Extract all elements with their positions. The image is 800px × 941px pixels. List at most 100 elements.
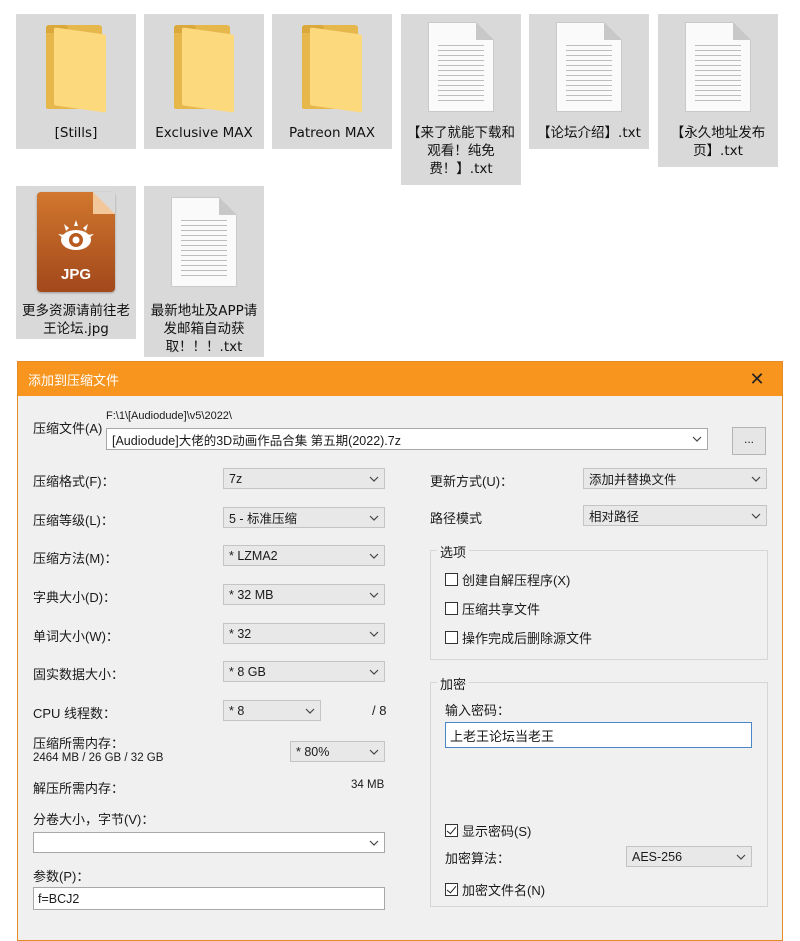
file-forum-intro-txt[interactable]: 【论坛介绍】.txt bbox=[529, 14, 649, 149]
cpu-threads-label: CPU 线程数： bbox=[33, 706, 117, 721]
path-mode-select[interactable]: 相对路径 bbox=[583, 505, 767, 526]
chevron-down-icon bbox=[369, 592, 379, 598]
file-name: 更多资源请前往老王论坛.jpg bbox=[22, 303, 130, 337]
update-mode-label: 更新方式(U)： bbox=[430, 474, 514, 489]
delete-after-label: 操作完成后删除源文件 bbox=[462, 631, 593, 646]
encryption-method-select[interactable]: AES-256 bbox=[626, 846, 752, 867]
chevron-down-icon bbox=[369, 749, 379, 755]
path-mode-value: 相对路径 bbox=[589, 510, 640, 524]
format-label: 压缩格式(F)： bbox=[33, 474, 115, 489]
solid-size-label: 固实数据大小： bbox=[33, 667, 125, 682]
parameters-label: 参数(P)： bbox=[33, 869, 90, 884]
file-name: 【永久地址发布页】.txt bbox=[670, 125, 766, 159]
chevron-down-icon bbox=[751, 476, 761, 482]
level-value: 5 - 标准压缩 bbox=[229, 512, 298, 526]
dictionary-label: 字典大小(D)： bbox=[33, 590, 117, 605]
file-permanent-address-txt[interactable]: 【永久地址发布页】.txt bbox=[658, 14, 778, 167]
solid-size-select[interactable]: * 8 GB bbox=[223, 661, 385, 682]
create-sfx-label: 创建自解压程序(X) bbox=[462, 573, 571, 588]
add-to-archive-dialog: 添加到压缩文件 ✕ 压缩文件(A) F:\1\[Audiodude]\v5\20… bbox=[17, 361, 783, 941]
encryption-method-label: 加密算法： bbox=[445, 851, 511, 866]
text-file-icon bbox=[428, 22, 494, 112]
memory-percent-select[interactable]: * 80% bbox=[290, 741, 385, 762]
text-file-icon bbox=[171, 197, 237, 287]
folder-exclusive-max[interactable]: Exclusive MAX bbox=[144, 14, 264, 149]
method-select[interactable]: * LZMA2 bbox=[223, 545, 385, 566]
close-button[interactable]: ✕ bbox=[742, 369, 772, 390]
update-mode-select[interactable]: 添加并替换文件 bbox=[583, 468, 767, 489]
archive-name-combo[interactable]: [Audiodude]大佬的3D动画作品合集 第五期(2022).7z bbox=[106, 428, 708, 450]
memory-values: 2464 MB / 26 GB / 32 GB bbox=[33, 752, 164, 764]
chevron-down-icon bbox=[692, 436, 702, 442]
file-name: 【来了就能下载和观看！纯免费！】.txt bbox=[407, 125, 515, 177]
archive-label: 压缩文件(A) bbox=[33, 421, 103, 436]
archive-path: F:\1\[Audiodude]\v5\2022\ bbox=[106, 410, 232, 422]
folder-stills[interactable]: [Stills] bbox=[16, 14, 136, 149]
chevron-down-icon bbox=[369, 553, 379, 559]
file-extension-label: JPG bbox=[60, 266, 91, 283]
method-label: 压缩方法(M)： bbox=[33, 551, 118, 566]
encrypt-filenames-label: 加密文件名(N) bbox=[462, 883, 546, 898]
eye-logo-icon bbox=[58, 220, 94, 250]
word-size-select[interactable]: * 32 bbox=[223, 623, 385, 644]
file-name: Exclusive MAX bbox=[155, 125, 253, 141]
cpu-threads-value: * 8 bbox=[229, 703, 245, 718]
folder-icon bbox=[44, 25, 108, 113]
show-password-checkbox[interactable]: 显示密码(S) bbox=[445, 821, 531, 840]
jpg-file-icon: JPG bbox=[37, 192, 115, 292]
format-value: 7z bbox=[229, 471, 243, 486]
delete-after-checkbox[interactable]: 操作完成后删除源文件 bbox=[445, 628, 592, 647]
word-size-value: * 32 bbox=[229, 626, 252, 641]
options-group-title: 选项 bbox=[437, 542, 470, 561]
chevron-down-icon bbox=[369, 840, 379, 846]
file-name: Patreon MAX bbox=[289, 125, 375, 141]
file-name: [Stills] bbox=[54, 125, 98, 141]
level-label: 压缩等级(L)： bbox=[33, 513, 114, 528]
text-file-icon bbox=[556, 22, 622, 112]
dictionary-select[interactable]: * 32 MB bbox=[223, 584, 385, 605]
encrypt-filenames-checkbox[interactable]: 加密文件名(N) bbox=[445, 880, 545, 899]
compress-shared-label: 压缩共享文件 bbox=[462, 602, 541, 617]
chevron-down-icon bbox=[736, 854, 746, 860]
chevron-down-icon bbox=[369, 515, 379, 521]
chevron-down-icon bbox=[369, 669, 379, 675]
compress-shared-checkbox[interactable]: 压缩共享文件 bbox=[445, 599, 540, 618]
chevron-down-icon bbox=[369, 476, 379, 482]
folder-icon bbox=[172, 25, 236, 113]
path-mode-label: 路径模式 bbox=[430, 511, 483, 526]
file-download-txt[interactable]: 【来了就能下载和观看！纯免费！】.txt bbox=[401, 14, 521, 185]
checkbox-box bbox=[445, 602, 458, 615]
chevron-down-icon bbox=[751, 513, 761, 519]
checkbox-checked bbox=[445, 824, 458, 837]
format-select[interactable]: 7z bbox=[223, 468, 385, 489]
archive-name-value: [Audiodude]大佬的3D动画作品合集 第五期(2022).7z bbox=[112, 433, 401, 448]
solid-size-value: * 8 GB bbox=[229, 664, 266, 679]
decompress-memory-value: 34 MB bbox=[351, 779, 385, 791]
browse-button[interactable]: ... bbox=[732, 427, 766, 455]
chevron-down-icon bbox=[305, 708, 315, 714]
folder-patreon-max[interactable]: Patreon MAX bbox=[272, 14, 392, 149]
decompress-memory-label: 解压所需内存： bbox=[33, 781, 125, 796]
volume-size-combo[interactable] bbox=[33, 832, 385, 853]
volume-size-label: 分卷大小，字节(V)： bbox=[33, 812, 155, 827]
create-sfx-checkbox[interactable]: 创建自解压程序(X) bbox=[445, 570, 570, 589]
cpu-threads-select[interactable]: * 8 bbox=[223, 700, 321, 721]
chevron-down-icon bbox=[369, 631, 379, 637]
text-file-icon bbox=[685, 22, 751, 112]
file-latest-address-txt[interactable]: 最新地址及APP请发邮箱自动获取！！！.txt bbox=[144, 186, 264, 357]
file-more-resources-jpg[interactable]: JPG 更多资源请前往老王论坛.jpg bbox=[16, 186, 136, 339]
encryption-method-value: AES-256 bbox=[632, 849, 683, 864]
update-mode-value: 添加并替换文件 bbox=[589, 473, 677, 487]
level-select[interactable]: 5 - 标准压缩 bbox=[223, 507, 385, 528]
word-size-label: 单词大小(W)： bbox=[33, 629, 119, 644]
file-name: 【论坛介绍】.txt bbox=[537, 125, 641, 141]
password-input[interactable]: 上老王论坛当老王 bbox=[445, 722, 752, 748]
checkbox-checked bbox=[445, 883, 458, 896]
memory-label: 压缩所需内存： bbox=[33, 736, 125, 751]
dictionary-value: * 32 MB bbox=[229, 587, 274, 602]
parameters-input[interactable]: f=BCJ2 bbox=[33, 887, 385, 910]
dialog-titlebar: 添加到压缩文件 ✕ bbox=[18, 362, 782, 396]
folder-icon bbox=[300, 25, 364, 113]
checkbox-box bbox=[445, 631, 458, 644]
encryption-group-title: 加密 bbox=[437, 674, 470, 693]
